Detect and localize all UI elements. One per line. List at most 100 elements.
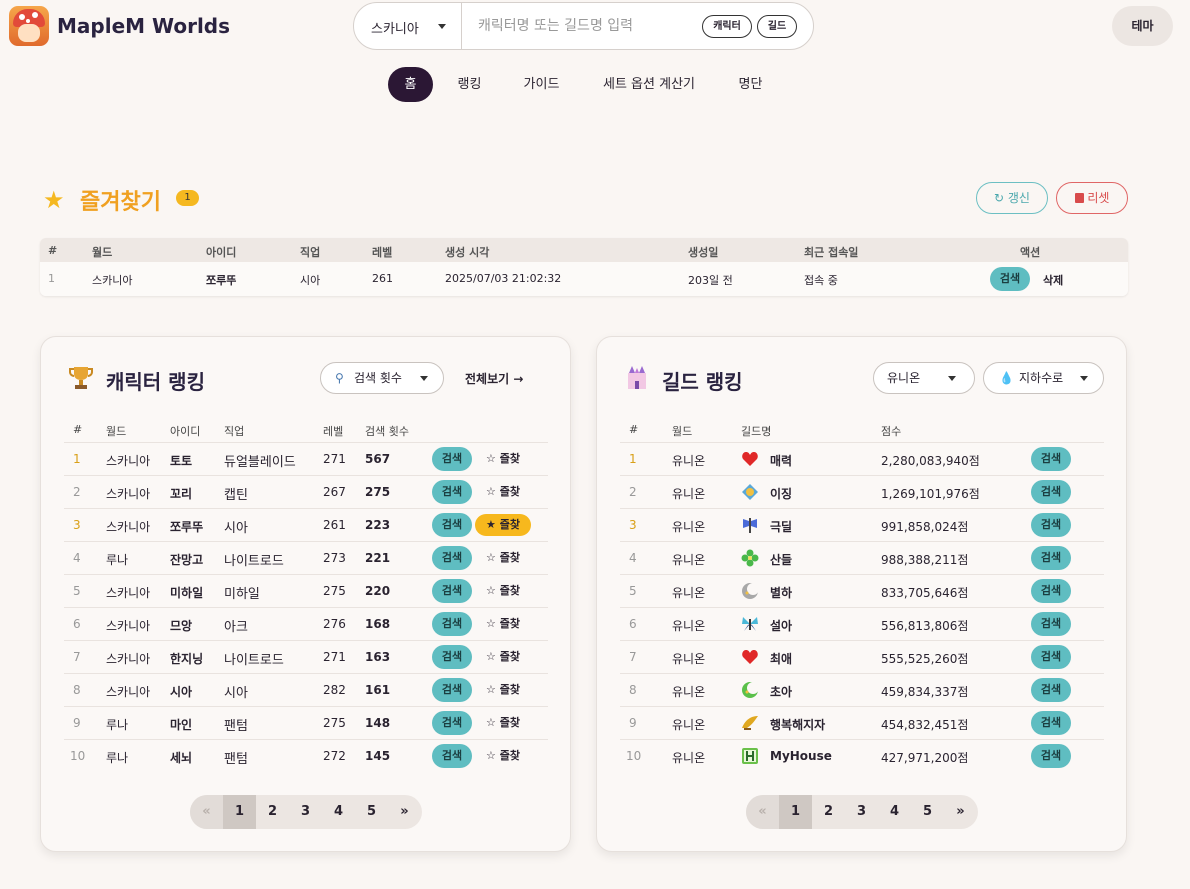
character-id[interactable]: 시아 [170, 683, 192, 700]
nav-set-calculator[interactable]: 세트 옵션 계산기 [590, 67, 708, 102]
favorite-toggle[interactable]: ☆ 즐찾 [475, 646, 531, 668]
page-1-button[interactable]: 1 [779, 795, 812, 829]
page-1-button[interactable]: 1 [223, 795, 256, 829]
search-button[interactable]: 검색 [432, 744, 472, 768]
guild-name[interactable]: 매력 [770, 452, 792, 469]
favorite-toggle[interactable]: ☆ 즐찾 [475, 745, 531, 767]
guild-name[interactable]: 설아 [770, 617, 792, 634]
search-button[interactable]: 검색 [1031, 546, 1071, 570]
character-id[interactable]: 잔망고 [170, 551, 203, 568]
search-button[interactable]: 검색 [1031, 513, 1071, 537]
search-button[interactable]: 검색 [1031, 645, 1071, 669]
table-row: 10 루나 세뇌 팬텀 272 145 검색 ☆ 즐찾 [64, 739, 548, 772]
search-button[interactable]: 검색 [432, 612, 472, 636]
search-button[interactable]: 검색 [432, 678, 472, 702]
trash-icon [1074, 193, 1084, 203]
col-search-count: 검색 횟수 [365, 425, 409, 438]
page-4-button[interactable]: 4 [322, 795, 355, 829]
world-select[interactable]: 스카니아 [354, 3, 462, 49]
reset-button[interactable]: 리셋 [1056, 182, 1128, 214]
fav-delete-button[interactable]: 삭제 [1043, 272, 1063, 288]
world-cell: 유니온 [672, 685, 706, 699]
nav-home[interactable]: 홈 [388, 67, 433, 102]
app-logo[interactable] [9, 6, 49, 46]
favorite-toggle[interactable]: ☆ 즐찾 [475, 547, 531, 569]
favorite-toggle[interactable]: ☆ 즐찾 [475, 580, 531, 602]
view-all-link[interactable]: 전체보기 → [465, 370, 523, 387]
nav-guide[interactable]: 가이드 [514, 67, 569, 102]
search-button[interactable]: 검색 [1031, 678, 1071, 702]
fav-level: 261 [372, 272, 393, 285]
table-row: 1 스카니아 토토 듀얼블레이드 271 567 검색 ☆ 즐찾 [64, 442, 548, 475]
search-button[interactable]: 검색 [1031, 711, 1071, 735]
search-button[interactable]: 검색 [432, 480, 472, 504]
chip-guild[interactable]: 길드 [757, 15, 797, 38]
search-button[interactable]: 검색 [432, 513, 472, 537]
character-id[interactable]: 꼬리 [170, 485, 192, 502]
favorite-toggle[interactable]: ★ 즐찾 [475, 514, 531, 536]
favorites-count-badge: 1 [176, 190, 199, 206]
fav-search-button[interactable]: 검색 [990, 267, 1030, 291]
world-dropdown-label: 유니온 [887, 371, 921, 385]
character-id[interactable]: 므앙 [170, 617, 192, 634]
score-cell: 991,858,024점 [881, 520, 969, 534]
page-2-button[interactable]: 2 [812, 795, 845, 829]
character-id[interactable]: 마인 [170, 716, 192, 733]
brand-name[interactable]: MapleM Worlds [57, 14, 230, 38]
search-button[interactable]: 검색 [1031, 744, 1071, 768]
guild-name[interactable]: MyHouse [770, 749, 832, 763]
rank-cell: 1 [73, 452, 81, 466]
refresh-button[interactable]: ↻ 갱신 [976, 182, 1048, 214]
theme-button[interactable]: 테마 [1112, 6, 1173, 46]
chip-character[interactable]: 캐릭터 [702, 15, 752, 38]
guild-name[interactable]: 산들 [770, 551, 792, 568]
server-dropdown[interactable]: 💧 지하수로 [983, 362, 1104, 394]
favorite-toggle[interactable]: ☆ 즐찾 [475, 448, 531, 470]
guild-name[interactable]: 초아 [770, 683, 792, 700]
world-cell: 루나 [106, 553, 129, 567]
page-5-button[interactable]: 5 [355, 795, 388, 829]
favorite-toggle[interactable]: ☆ 즐찾 [475, 712, 531, 734]
search-button[interactable]: 검색 [432, 447, 472, 471]
search-input[interactable] [478, 15, 693, 37]
favorite-toggle[interactable]: ☆ 즐찾 [475, 613, 531, 635]
nav-ranking[interactable]: 랭킹 [447, 67, 492, 102]
search-button[interactable]: 검색 [432, 546, 472, 570]
search-button[interactable]: 검색 [432, 711, 472, 735]
favorite-toggle[interactable]: ☆ 즐찾 [475, 481, 531, 503]
page-next-button[interactable]: » [388, 795, 421, 829]
table-row: 7 유니온 최애 555,525,260점 검색 [620, 640, 1104, 673]
search-button[interactable]: 검색 [1031, 579, 1071, 603]
search-button[interactable]: 검색 [432, 579, 472, 603]
guild-name[interactable]: 최애 [770, 650, 792, 667]
page-next-button[interactable]: » [944, 795, 977, 829]
sort-dropdown[interactable]: ⚲ 검색 횟수 [320, 362, 444, 394]
guild-name[interactable]: 이징 [770, 485, 792, 502]
character-id[interactable]: 쪼루뚜 [170, 518, 203, 535]
search-button[interactable]: 검색 [432, 645, 472, 669]
page-3-button[interactable]: 3 [289, 795, 322, 829]
favorite-toggle[interactable]: ☆ 즐찾 [475, 679, 531, 701]
nav-list[interactable]: 명단 [728, 67, 773, 102]
world-dropdown[interactable]: 유니온 [873, 362, 975, 394]
character-id[interactable]: 미하일 [170, 584, 203, 601]
search-button[interactable]: 검색 [1031, 447, 1071, 471]
guild-name[interactable]: 극딜 [770, 518, 792, 535]
character-id[interactable]: 세뇌 [170, 749, 192, 766]
page-3-button[interactable]: 3 [845, 795, 878, 829]
guild-ranking-title: 길드 랭킹 [662, 370, 743, 394]
page-4-button[interactable]: 4 [878, 795, 911, 829]
col-created-date: 생성일 [688, 246, 719, 259]
page-5-button[interactable]: 5 [911, 795, 944, 829]
guild-name[interactable]: 별하 [770, 584, 792, 601]
table-row: 9 유니온 행복해지자 454,832,451점 검색 [620, 706, 1104, 739]
character-id[interactable]: 토토 [170, 452, 192, 469]
world-cell: 스카니아 [106, 520, 151, 534]
search-button[interactable]: 검색 [1031, 480, 1071, 504]
rank-cell: 7 [73, 650, 81, 664]
page-2-button[interactable]: 2 [256, 795, 289, 829]
guild-name[interactable]: 행복해지자 [770, 716, 825, 733]
character-id[interactable]: 한지닝 [170, 650, 203, 667]
search-button[interactable]: 검색 [1031, 612, 1071, 636]
character-table-body: 1 스카니아 토토 듀얼블레이드 271 567 검색 ☆ 즐찾 2 스카니아 꼬리 캡틴 267 275… [64, 442, 548, 772]
